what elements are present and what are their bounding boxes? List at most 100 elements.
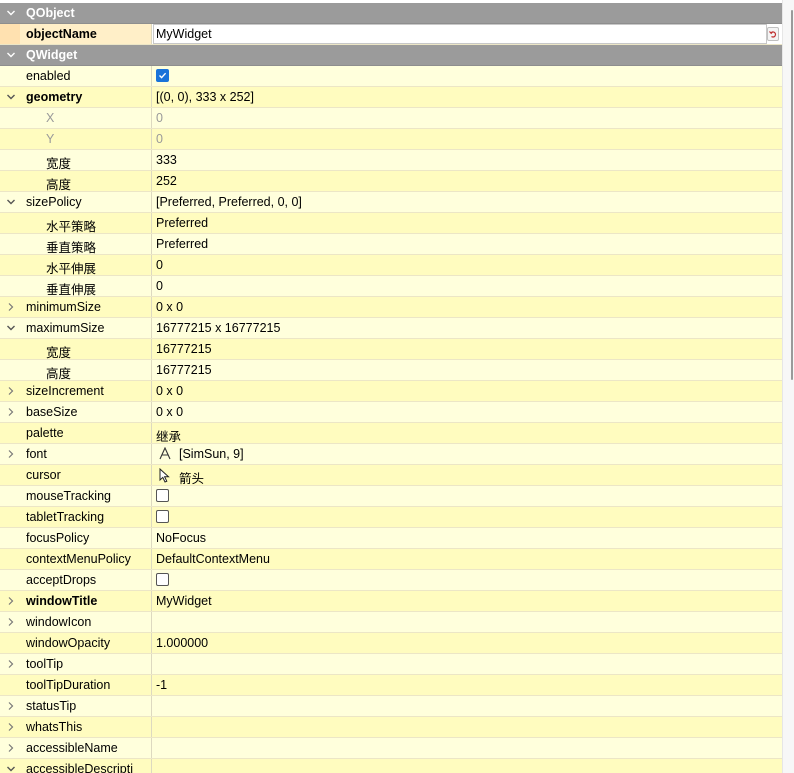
property-value: 继承 [156,430,182,444]
property-row-tablettracking[interactable]: tabletTracking [0,507,782,528]
vertical-scrollbar[interactable] [782,0,794,773]
mousetracking-checkbox[interactable] [156,489,169,502]
property-value: 箭头 [179,472,205,486]
property-row-minimumsize[interactable]: minimumSize 0 x 0 [0,297,782,318]
chevron-right-icon[interactable] [6,407,16,417]
property-row-windowopacity[interactable]: windowOpacity 1.000000 [0,633,782,654]
property-row-windowtitle[interactable]: windowTitle MyWidget [0,591,782,612]
objectname-input[interactable]: MyWidget [153,24,767,44]
property-name: 垂直伸展 [46,283,97,297]
property-name: geometry [26,90,83,104]
property-row-sizepolicy-hstretch[interactable]: 水平伸展 0 [0,255,782,276]
property-value: 333 [156,153,177,167]
chevron-right-icon[interactable] [6,743,16,753]
chevron-right-icon[interactable] [6,701,16,711]
property-value: DefaultContextMenu [156,552,270,566]
chevron-right-icon[interactable] [6,302,16,312]
property-row-maximumsize[interactable]: maximumSize 16777215 x 16777215 [0,318,782,339]
property-row-accessiblename[interactable]: accessibleName [0,738,782,759]
property-row-maximumsize-width[interactable]: 宽度 16777215 [0,339,782,360]
property-value: 0 x 0 [156,384,184,398]
group-qwidget[interactable]: QWidget [0,45,782,66]
chevron-right-icon[interactable] [6,659,16,669]
chevron-down-icon[interactable] [6,323,16,333]
property-row-statustip[interactable]: statusTip [0,696,782,717]
property-row-tooltip[interactable]: toolTip [0,654,782,675]
property-name: mouseTracking [26,489,111,503]
property-name: acceptDrops [26,573,97,587]
property-row-objectname[interactable]: objectName MyWidget [0,24,782,45]
group-qobject[interactable]: QObject [0,3,782,24]
property-row-enabled[interactable]: enabled [0,66,782,87]
property-row-geometry-width[interactable]: 宽度 333 [0,150,782,171]
property-row-sizepolicy[interactable]: sizePolicy [Preferred, Preferred, 0, 0] [0,192,782,213]
property-row-sizeincrement[interactable]: sizeIncrement 0 x 0 [0,381,782,402]
property-row-tooltipduration[interactable]: toolTipDuration -1 [0,675,782,696]
chevron-right-icon[interactable] [6,386,16,396]
reset-icon[interactable] [767,27,779,41]
objectname-value: MyWidget [156,27,212,41]
acceptdrops-checkbox[interactable] [156,573,169,586]
property-name: 水平伸展 [46,262,97,276]
property-name: toolTipDuration [26,678,111,692]
chevron-right-icon[interactable] [6,617,16,627]
property-name: Y [46,132,55,146]
property-row-geometry-y[interactable]: Y0 [0,129,782,150]
property-name: 垂直策略 [46,241,97,255]
property-name: 高度 [46,367,72,381]
property-row-contextmenupolicy[interactable]: contextMenuPolicy DefaultContextMenu [0,549,782,570]
chevron-down-icon[interactable] [6,50,16,60]
property-row-font[interactable]: font [SimSun, 9] [0,444,782,465]
chevron-right-icon[interactable] [6,596,16,606]
property-row-geometry[interactable]: geometry [(0, 0), 333 x 252] [0,87,782,108]
property-name: palette [26,426,64,440]
property-name: 水平策略 [46,220,97,234]
property-name: statusTip [26,699,77,713]
property-value: 0 x 0 [156,405,184,419]
property-name: font [26,447,47,461]
chevron-down-icon[interactable] [6,764,16,773]
tablettracking-checkbox[interactable] [156,510,169,523]
property-row-windowicon[interactable]: windowIcon [0,612,782,633]
font-icon [159,446,171,463]
property-row-sizepolicy-hpolicy[interactable]: 水平策略 Preferred [0,213,782,234]
property-name: enabled [26,69,71,83]
property-row-focuspolicy[interactable]: focusPolicy NoFocus [0,528,782,549]
changed-marker [0,24,20,44]
property-row-basesize[interactable]: baseSize 0 x 0 [0,402,782,423]
chevron-right-icon[interactable] [6,449,16,459]
property-value: NoFocus [156,531,207,545]
property-row-geometry-height[interactable]: 高度 252 [0,171,782,192]
property-row-sizepolicy-vpolicy[interactable]: 垂直策略 Preferred [0,234,782,255]
property-name: sizePolicy [26,195,82,209]
scrollbar-thumb[interactable] [791,10,793,380]
property-name: cursor [26,468,61,482]
property-name: whatsThis [26,720,83,734]
property-row-palette[interactable]: palette 继承 [0,423,782,444]
property-value: [SimSun, 9] [179,447,244,461]
chevron-down-icon[interactable] [6,8,16,18]
chevron-down-icon[interactable] [6,92,16,102]
property-row-maximumsize-height[interactable]: 高度 16777215 [0,360,782,381]
property-row-geometry-x[interactable]: X0 [0,108,782,129]
property-name: X [46,111,55,125]
property-value: Preferred [156,216,209,230]
property-name: windowOpacity [26,636,111,650]
group-label: QWidget [26,48,78,62]
property-value: 0 x 0 [156,300,184,314]
property-row-cursor[interactable]: cursor 箭头 [0,465,782,486]
property-row-acceptdrops[interactable]: acceptDrops [0,570,782,591]
chevron-right-icon[interactable] [6,722,16,732]
property-value: 1.000000 [156,636,209,650]
property-name: contextMenuPolicy [26,552,131,566]
property-name: accessibleDescripti [26,762,133,773]
chevron-down-icon[interactable] [6,197,16,207]
enabled-checkbox[interactable] [156,69,169,82]
property-value: MyWidget [156,594,212,608]
property-row-sizepolicy-vstretch[interactable]: 垂直伸展 0 [0,276,782,297]
property-row-accessibledescription[interactable]: accessibleDescripti [0,759,782,773]
property-row-whatsthis[interactable]: whatsThis [0,717,782,738]
property-row-mousetracking[interactable]: mouseTracking [0,486,782,507]
property-name: 宽度 [46,157,72,171]
property-value: 0 [156,132,163,146]
